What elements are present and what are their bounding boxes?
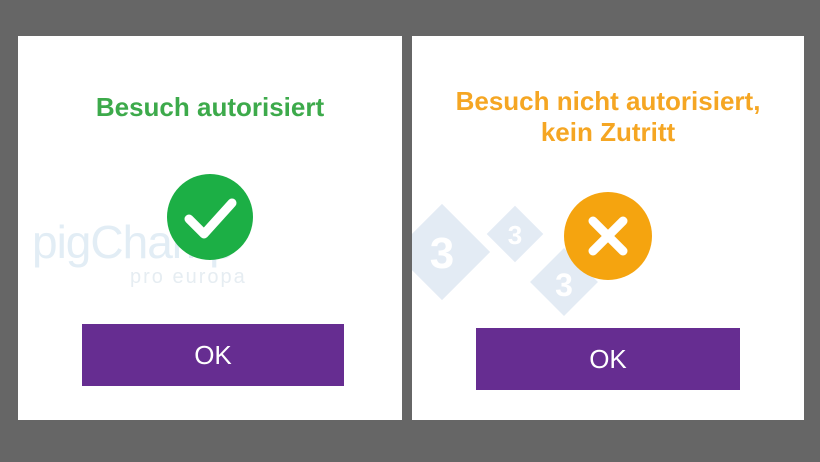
checkmark-icon: [167, 174, 253, 260]
success-dialog: pigChamp pro europa Besuch autorisiert O…: [18, 36, 402, 420]
dialog-title-line2: kein Zutritt: [540, 117, 676, 147]
error-dialog: 3 3 3 Besuch nicht autorisiert, kein Zut…: [412, 36, 804, 420]
x-icon: [564, 192, 652, 280]
dialog-title: Besuch nicht autorisiert, kein Zutritt: [412, 86, 804, 148]
dialog-title: Besuch autorisiert: [95, 92, 325, 122]
dialog-title-line1: Besuch nicht autorisiert,: [455, 86, 761, 116]
watermark-mark-large: 3: [430, 229, 454, 278]
watermark-mark-small: 3: [508, 220, 522, 250]
ok-button[interactable]: OK: [82, 324, 344, 386]
ok-button[interactable]: OK: [476, 328, 740, 390]
watermark-subtitle: pro europa: [130, 266, 247, 288]
